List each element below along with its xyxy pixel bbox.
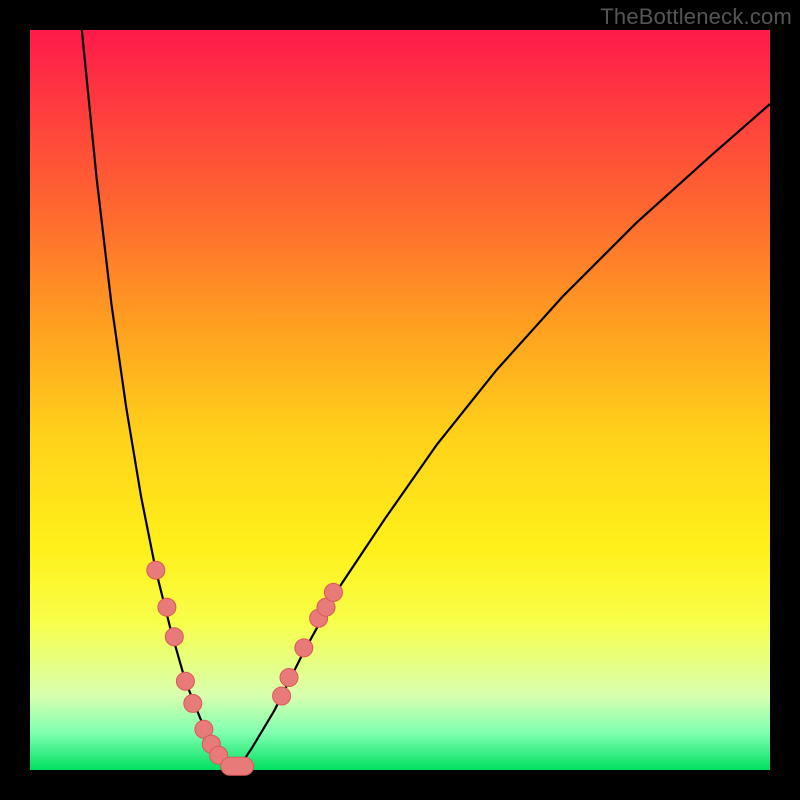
data-point <box>184 694 202 712</box>
chart-svg <box>30 30 770 770</box>
data-point <box>280 669 298 687</box>
left-curve <box>82 30 237 770</box>
plot-area <box>30 30 770 770</box>
minimum-marker <box>221 757 254 775</box>
chart-frame: TheBottleneck.com <box>0 0 800 800</box>
data-point <box>147 561 165 579</box>
data-markers <box>147 561 343 775</box>
data-point <box>295 639 313 657</box>
data-point <box>165 628 183 646</box>
data-point <box>324 583 342 601</box>
data-point <box>273 687 291 705</box>
data-point <box>158 598 176 616</box>
watermark-text: TheBottleneck.com <box>600 4 792 30</box>
right-curve <box>237 104 770 770</box>
data-point <box>176 672 194 690</box>
